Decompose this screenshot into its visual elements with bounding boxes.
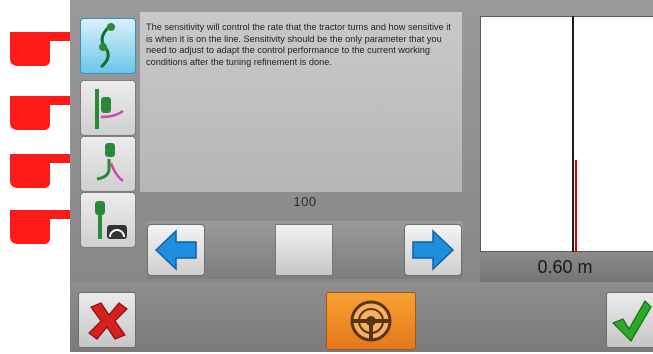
steering-wheel-icon — [350, 300, 392, 342]
line-approach-mode-button[interactable] — [80, 80, 136, 136]
graph-offset-line — [575, 160, 577, 252]
line-acquire-mode-button[interactable] — [80, 136, 136, 192]
slider-thumb[interactable] — [275, 224, 333, 276]
graph-centerline — [572, 16, 574, 252]
cancel-button[interactable] — [78, 292, 136, 348]
tractor-line-approach-icon — [95, 89, 124, 129]
checkmark-icon — [611, 300, 652, 342]
guidance-graph — [480, 16, 653, 252]
decrease-button[interactable] — [147, 224, 205, 276]
tractor-line-acquire-icon — [96, 143, 124, 182]
left-arrow-icon — [154, 229, 197, 271]
description-text: The sensitivity will control the rate th… — [146, 22, 451, 67]
confirm-button[interactable] — [606, 292, 653, 348]
right-arrow-icon — [412, 229, 455, 271]
close-icon — [88, 302, 128, 340]
tractor-speed-gauge-icon — [95, 201, 127, 239]
graph-offset-label: 0.60 m — [537, 257, 593, 277]
sensitivity-icon — [99, 23, 115, 69]
steering-button[interactable] — [326, 292, 416, 350]
slider-value-label: 100 — [293, 194, 317, 209]
speed-mode-button[interactable] — [80, 192, 136, 248]
increase-button[interactable] — [404, 224, 462, 276]
sensitivity-mode-button[interactable] — [80, 18, 136, 74]
